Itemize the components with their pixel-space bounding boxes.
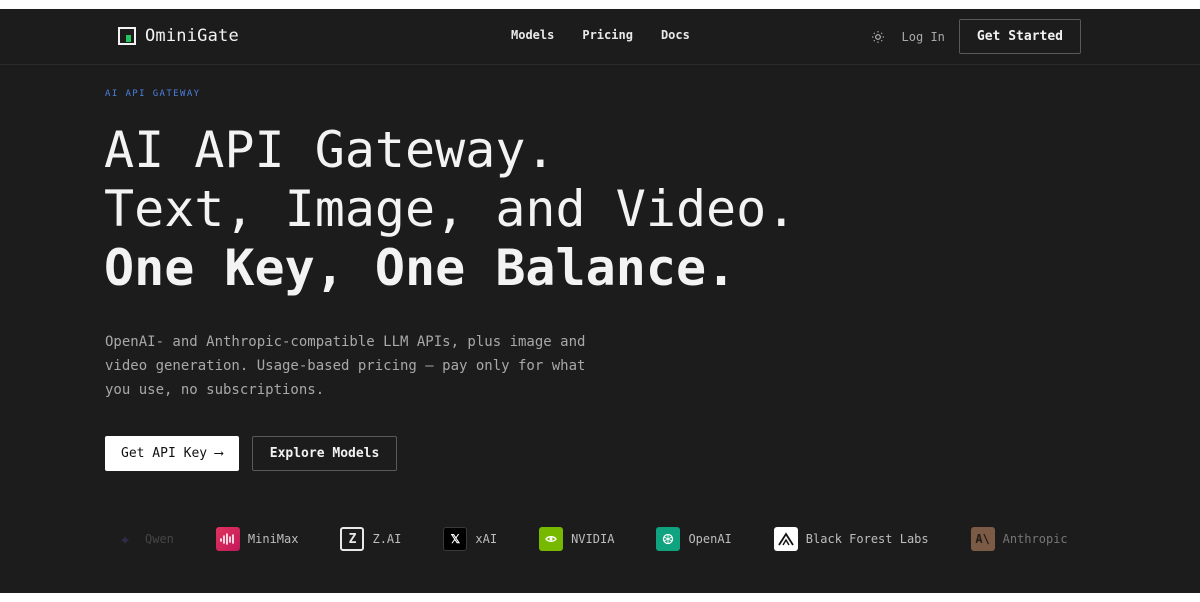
provider-black-forest-labs: Black Forest Labs	[773, 527, 929, 551]
explore-models-button[interactable]: Explore Models	[251, 436, 398, 471]
headline-line-2: Text, Image, and Video.	[104, 180, 797, 238]
nav-actions: Log In Get Started	[870, 19, 1081, 54]
headline-line-1: AI API Gateway.	[104, 121, 556, 179]
qwen-icon: ✦	[119, 528, 131, 550]
provider-xai: 𝕏 xAI	[443, 527, 497, 551]
provider-openai: OpenAI	[656, 527, 732, 551]
anthropic-icon: A\	[970, 527, 995, 551]
main-nav: Models Pricing Docs	[511, 28, 690, 42]
nav-link-pricing[interactable]: Pricing	[582, 28, 633, 42]
provider-label: Qwen	[145, 532, 174, 546]
hero-cta-group: Get API Key ⟶ Explore Models	[105, 436, 398, 471]
brand[interactable]: OminiGate	[118, 26, 239, 46]
provider-label: Anthropic	[1002, 532, 1068, 546]
provider-minimax: MiniMax	[215, 527, 299, 551]
provider-logo-strip: ✦ Qwen MiniMax Z Z.AI 𝕏 xAI NVIDIA OpenA…	[113, 526, 1073, 552]
openai-icon	[656, 527, 681, 551]
nav-link-models[interactable]: Models	[511, 28, 554, 42]
landing-page: OminiGate Models Pricing Docs Log In Get…	[0, 9, 1200, 593]
nvidia-icon	[539, 527, 564, 551]
provider-nvidia: NVIDIA	[539, 527, 614, 551]
provider-label: NVIDIA	[571, 532, 615, 546]
provider-label: Black Forest Labs	[805, 532, 929, 546]
headline-line-3: One Key, One Balance.	[104, 239, 737, 297]
top-navbar: OminiGate Models Pricing Docs Log In Get…	[0, 9, 1200, 65]
provider-label: Z.AI	[372, 532, 402, 546]
nav-link-docs[interactable]: Docs	[661, 28, 690, 42]
minimax-icon	[215, 527, 240, 551]
brand-logo-icon	[118, 27, 136, 45]
provider-qwen: ✦ Qwen	[113, 527, 174, 551]
hero-eyebrow: AI API GATEWAY	[105, 89, 201, 99]
login-link[interactable]: Log In	[902, 30, 945, 44]
black-forest-labs-icon	[773, 527, 798, 551]
get-started-button[interactable]: Get Started	[958, 19, 1081, 54]
provider-zai: Z Z.AI	[340, 527, 401, 551]
sun-icon[interactable]	[870, 29, 886, 45]
xai-icon: 𝕏	[443, 527, 468, 551]
provider-label: xAI	[475, 532, 498, 546]
provider-anthropic: A\ Anthropic	[970, 527, 1068, 551]
get-api-key-button[interactable]: Get API Key ⟶	[105, 436, 239, 471]
provider-label: OpenAI	[688, 532, 732, 546]
brand-name: OminiGate	[145, 26, 239, 46]
zai-icon: Z	[340, 527, 365, 551]
provider-label: MiniMax	[247, 532, 299, 546]
hero-subtext: OpenAI- and Anthropic-compatible LLM API…	[105, 334, 586, 398]
hero-headline: AI API Gateway. Text, Image, and Video. …	[104, 121, 796, 298]
